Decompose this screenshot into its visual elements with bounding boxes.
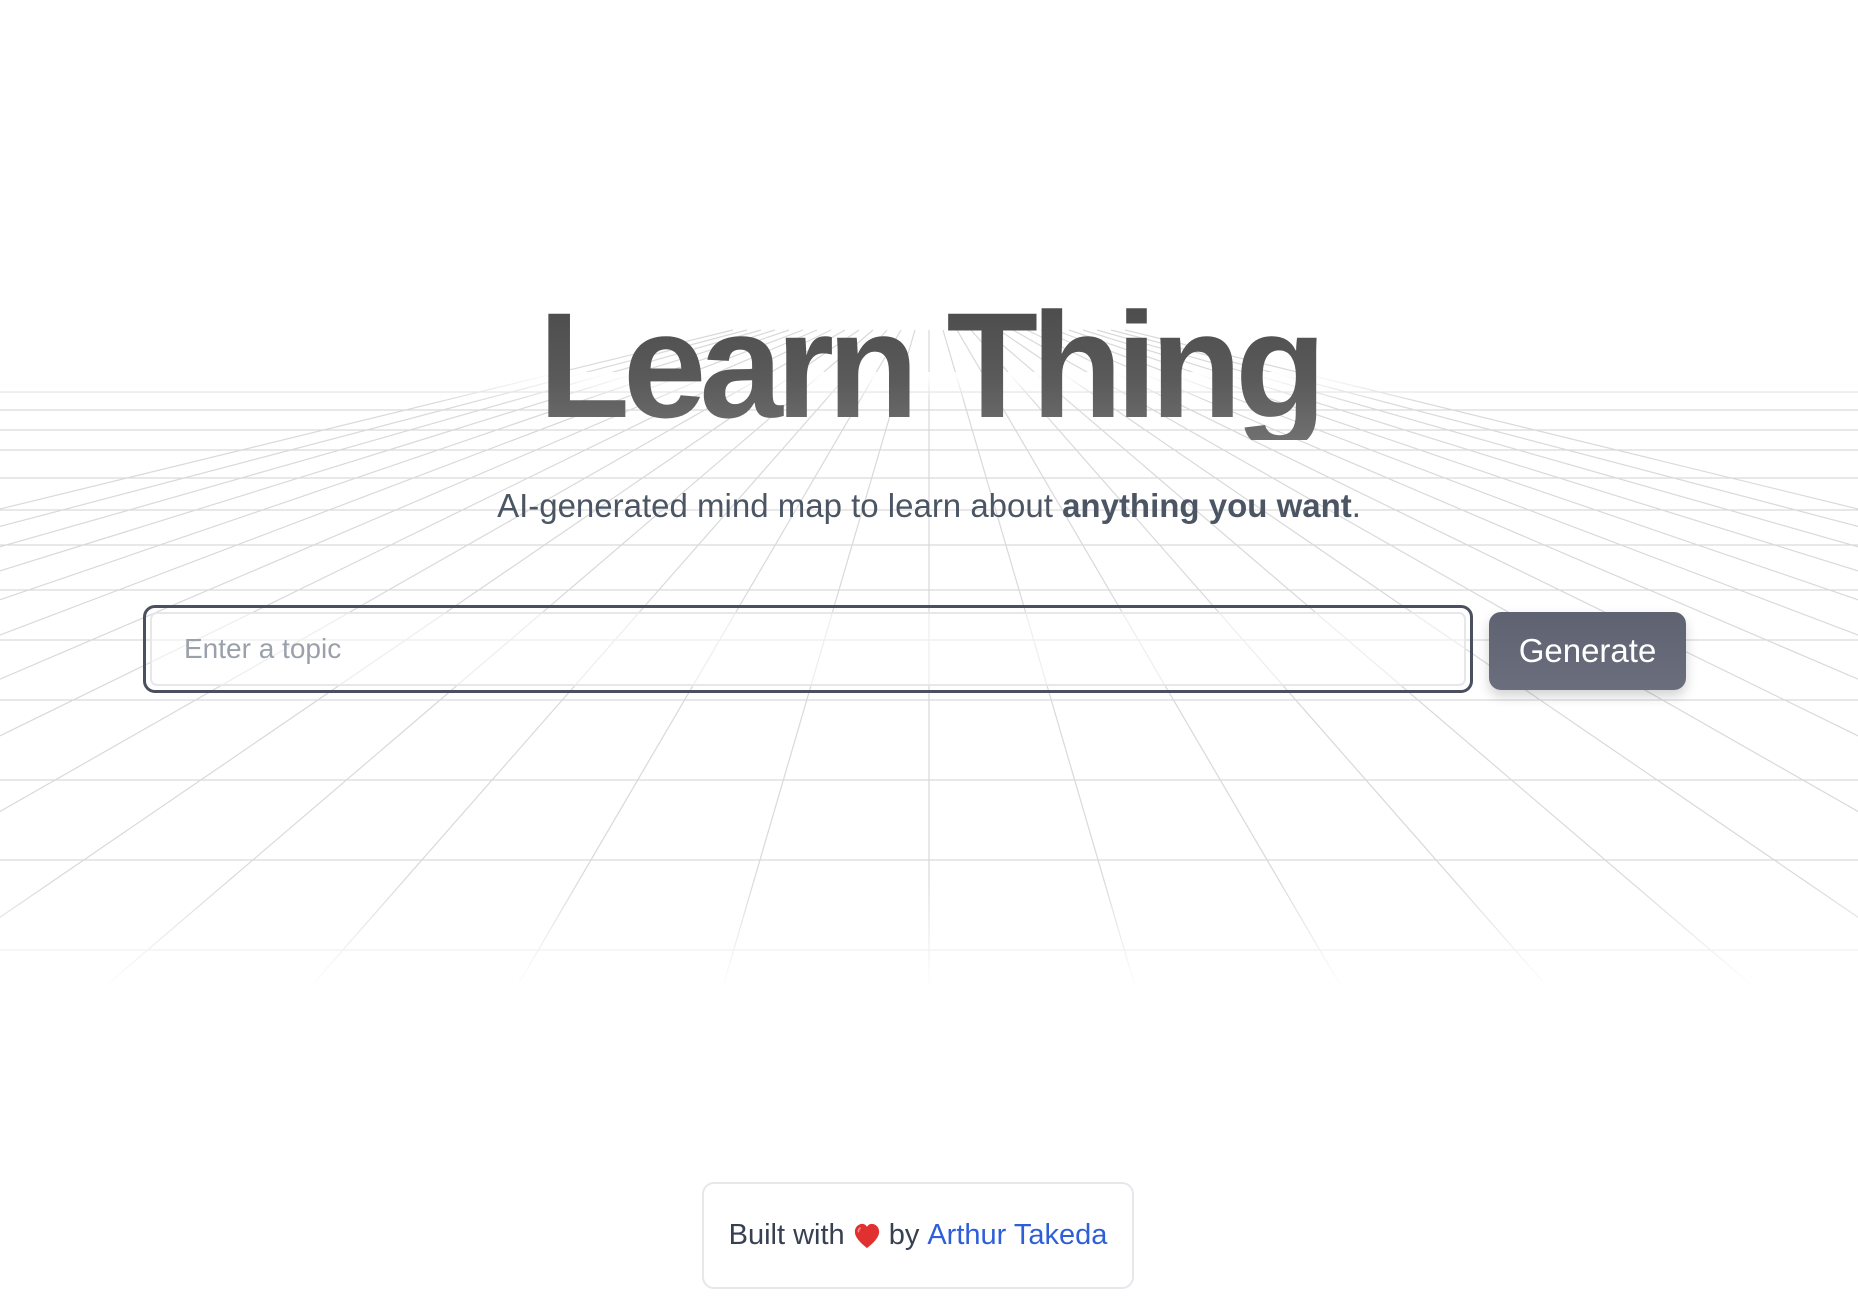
main-content: Learn Thing AI-generated mind map to lea…: [0, 0, 1858, 1308]
topic-input-wrapper: [143, 605, 1473, 693]
topic-input[interactable]: [150, 612, 1466, 686]
page-subtitle: AI-generated mind map to learn about any…: [0, 487, 1858, 525]
footer-built-with: Built with: [728, 1219, 845, 1251]
author-link[interactable]: Arthur Takeda: [927, 1219, 1107, 1252]
page: Learn Thing AI-generated mind map to lea…: [0, 0, 1858, 1308]
subtitle-text: AI-generated mind map to learn about: [497, 487, 1063, 524]
footer-by: by: [888, 1219, 920, 1251]
heart-icon: [854, 1223, 879, 1248]
subtitle-period: .: [1351, 487, 1361, 524]
footer-credit: Built with by Arthur Takeda: [702, 1182, 1134, 1289]
page-title: Learn Thing: [0, 290, 1858, 440]
subtitle-emphasis: anything you want: [1062, 487, 1352, 524]
generate-button[interactable]: Generate: [1489, 612, 1686, 690]
